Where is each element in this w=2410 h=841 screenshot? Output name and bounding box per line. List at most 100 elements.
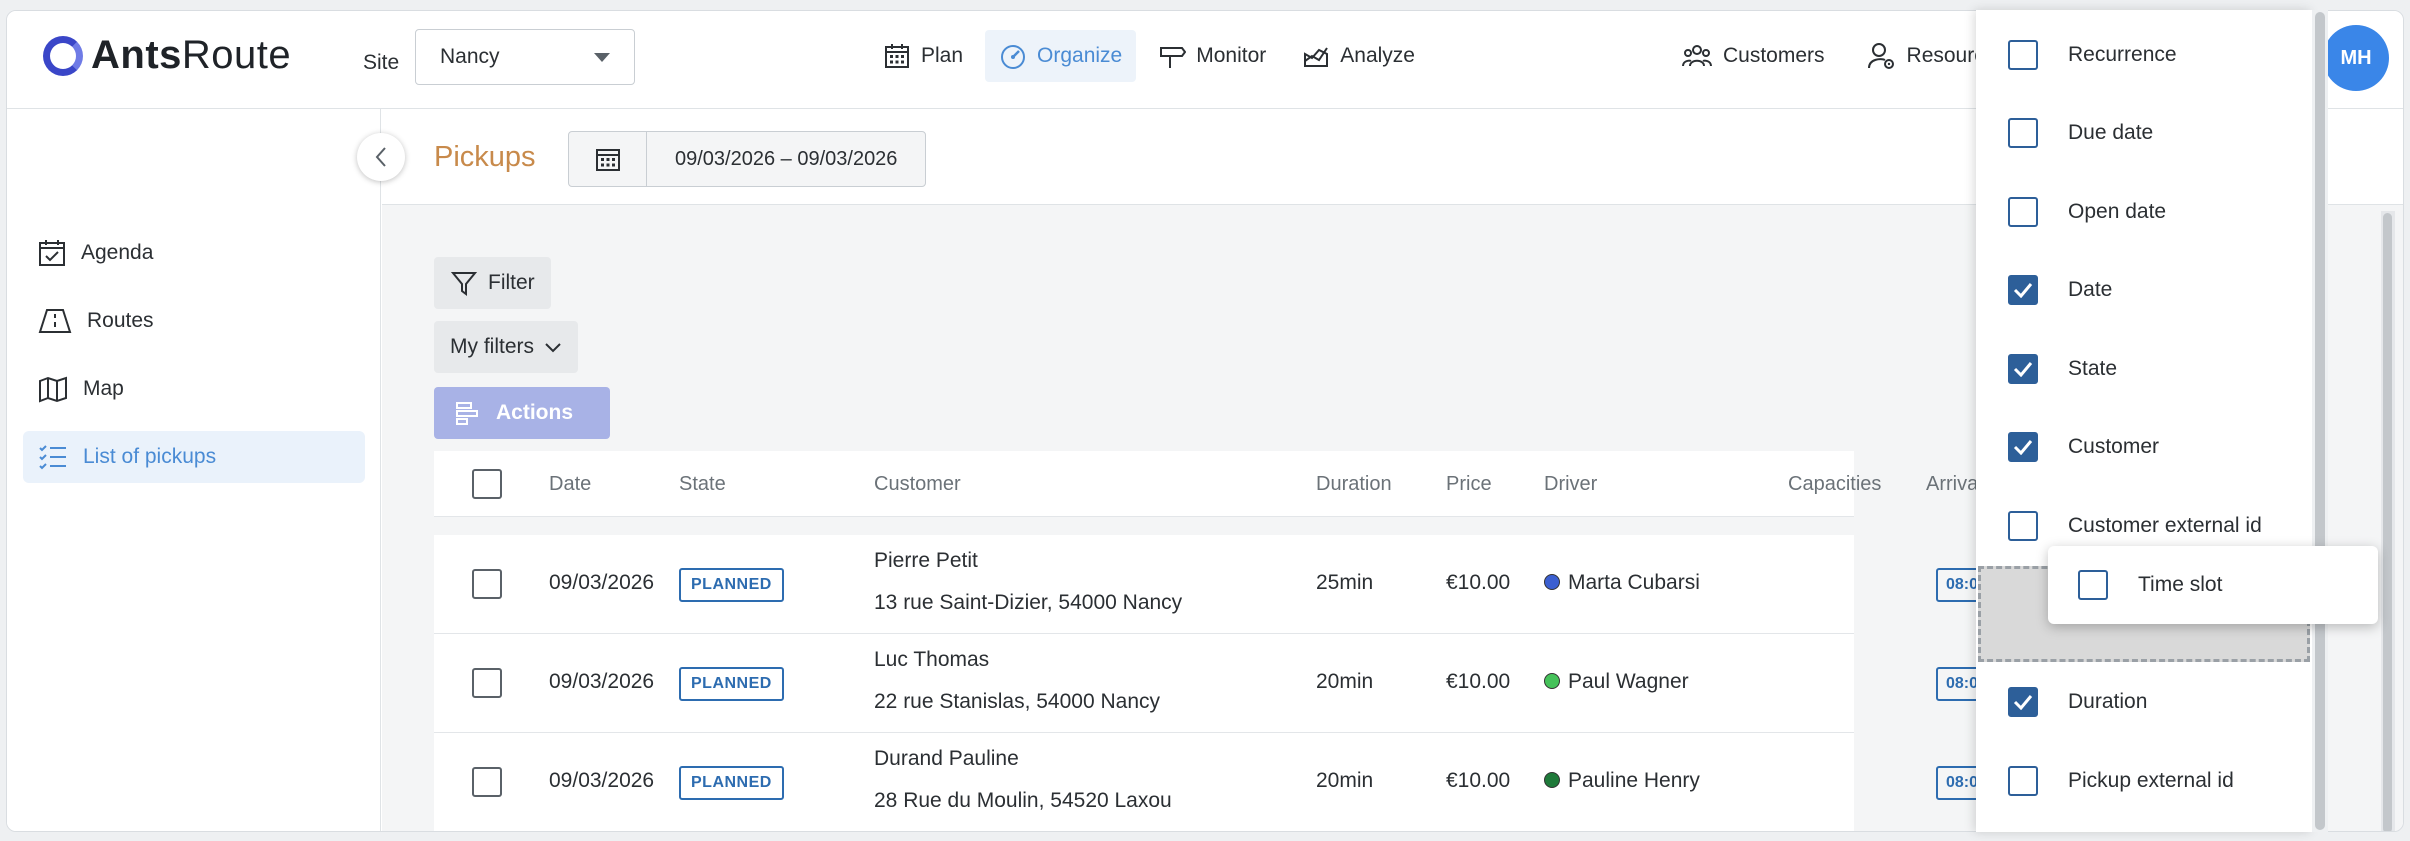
- user-gear-icon: [1867, 43, 1894, 69]
- column-option-label: Customer: [2068, 435, 2160, 458]
- column-option-label: Customer external id: [2068, 514, 2262, 537]
- column-checkbox[interactable]: [2008, 40, 2038, 70]
- site-select-value: Nancy: [440, 45, 500, 68]
- column-checkbox[interactable]: [2008, 766, 2038, 796]
- table-scrollbar[interactable]: [2381, 211, 2395, 831]
- row-checkbox[interactable]: [472, 569, 502, 599]
- sidebar-item-label: Agenda: [81, 241, 154, 264]
- nav-monitor[interactable]: Monitor: [1144, 30, 1280, 82]
- collapse-sidebar-button[interactable]: [357, 133, 405, 181]
- page-title: Pickups: [434, 141, 536, 173]
- column-checkbox[interactable]: [2008, 197, 2038, 227]
- row-price: €10.00: [1446, 670, 1511, 693]
- column-option-customer[interactable]: Customer: [1976, 417, 2312, 477]
- column-checkbox[interactable]: [2008, 118, 2038, 148]
- column-checkbox-checked[interactable]: [2008, 687, 2038, 717]
- row-date: 09/03/2026: [549, 670, 655, 693]
- row-checkbox[interactable]: [472, 767, 502, 797]
- row-driver: Pauline Henry: [1544, 769, 1700, 793]
- filter-button[interactable]: Filter: [434, 257, 551, 309]
- user-avatar[interactable]: MH: [2323, 25, 2389, 91]
- date-range-value[interactable]: 09/03/2026 – 09/03/2026: [647, 132, 925, 186]
- sidebar-item-label: List of pickups: [83, 445, 217, 468]
- row-address: 13 rue Saint-Dizier, 54000 Nancy: [874, 591, 1183, 614]
- column-option-duration[interactable]: Duration: [1976, 672, 2312, 732]
- row-customer: Luc Thomas: [874, 648, 990, 671]
- logo-text-bold: Ants: [91, 33, 182, 77]
- checklist-icon: [39, 445, 66, 470]
- column-picker-scroll-thumb[interactable]: [2315, 12, 2325, 830]
- column-checkbox-checked[interactable]: [2008, 275, 2038, 305]
- table-row[interactable]: 09/03/2026 PLANNED Pierre Petit 13 rue S…: [434, 535, 2006, 634]
- column-header-arrival[interactable]: Arriva: [1926, 473, 1978, 496]
- sidebar-item-label: Routes: [87, 309, 154, 332]
- column-header-date[interactable]: Date: [549, 473, 591, 496]
- dragged-column-option-time-slot[interactable]: Time slot: [2048, 546, 2378, 624]
- column-header-state[interactable]: State: [679, 473, 726, 496]
- date-range-picker[interactable]: 09/03/2026 – 09/03/2026: [568, 131, 927, 187]
- site-select[interactable]: Nancy: [415, 29, 635, 85]
- sidebar-item-agenda[interactable]: Agenda: [23, 227, 365, 279]
- sidebar-item-list-of-pickups[interactable]: List of pickups: [23, 431, 365, 483]
- column-option-due-date[interactable]: Due date: [1976, 103, 2312, 163]
- column-option-label: Open date: [2068, 200, 2167, 223]
- logo-mark-icon: [43, 35, 83, 76]
- column-header-capacities[interactable]: Capacities: [1788, 473, 1881, 496]
- chevron-left-icon: [375, 147, 386, 167]
- nav-analyze-label: Analyze: [1340, 44, 1415, 67]
- column-option-pickup-external-id[interactable]: Pickup external id: [1976, 751, 2312, 811]
- signpost-icon: [1160, 47, 1187, 68]
- driver-color-dot: [1544, 673, 1560, 689]
- align-bars-icon: [456, 402, 478, 425]
- left-sidebar: Agenda Routes Map List of pickups: [7, 109, 381, 831]
- sidebar-item-routes[interactable]: Routes: [23, 295, 365, 347]
- nav-plan-label: Plan: [921, 44, 964, 67]
- column-checkbox[interactable]: [2008, 511, 2038, 541]
- select-all-checkbox[interactable]: [472, 469, 502, 499]
- table-row[interactable]: 09/03/2026 PLANNED Durand Pauline 28 Rue…: [434, 733, 2006, 831]
- map-icon: [39, 376, 67, 403]
- column-picker-scrollbar[interactable]: [2312, 10, 2328, 832]
- column-option-recurrence[interactable]: Recurrence: [1976, 25, 2312, 85]
- driver-color-dot: [1544, 574, 1560, 590]
- nav-plan[interactable]: Plan: [869, 30, 977, 82]
- chart-area-icon: [1304, 47, 1329, 67]
- logo-text-light: Route: [181, 33, 292, 77]
- my-filters-dropdown[interactable]: My filters: [434, 321, 578, 373]
- column-option-label: Due date: [2068, 121, 2154, 144]
- row-address: 28 Rue du Moulin, 54520 Laxou: [874, 789, 1172, 812]
- column-option-date[interactable]: Date: [1976, 260, 2312, 320]
- site-label: Site: [363, 51, 400, 74]
- column-checkbox[interactable]: [2078, 570, 2108, 600]
- row-driver-name: Pauline Henry: [1568, 769, 1700, 792]
- nav-analyze[interactable]: Analyze: [1288, 30, 1429, 82]
- table-row[interactable]: 09/03/2026 PLANNED Luc Thomas 22 rue Sta…: [434, 634, 2006, 733]
- row-driver: Paul Wagner: [1544, 670, 1689, 694]
- row-price: €10.00: [1446, 571, 1511, 594]
- table-scroll-thumb[interactable]: [2383, 213, 2392, 831]
- column-header-price[interactable]: Price: [1446, 473, 1492, 496]
- column-option-state[interactable]: State: [1976, 339, 2312, 399]
- column-header-duration[interactable]: Duration: [1316, 473, 1392, 496]
- row-duration: 25min: [1316, 571, 1374, 594]
- row-checkbox[interactable]: [472, 668, 502, 698]
- antsroute-logo[interactable]: AntsRoute: [43, 33, 291, 78]
- nav-organize[interactable]: Organize: [985, 30, 1137, 82]
- date-picker-button[interactable]: [569, 132, 647, 186]
- status-badge: PLANNED: [679, 568, 784, 602]
- column-header-customer[interactable]: Customer: [874, 473, 961, 496]
- chevron-down-icon: [545, 343, 561, 353]
- column-checkbox-checked[interactable]: [2008, 354, 2038, 384]
- sidebar-item-map[interactable]: Map: [23, 363, 365, 415]
- road-icon: [38, 309, 72, 333]
- actions-button[interactable]: Actions: [434, 387, 610, 439]
- sidebar-item-label: Map: [83, 377, 124, 400]
- status-badge: PLANNED: [679, 667, 784, 701]
- column-header-driver[interactable]: Driver: [1544, 473, 1597, 496]
- nav-customers[interactable]: Customers: [1667, 30, 1839, 82]
- column-option-open-date[interactable]: Open date: [1976, 182, 2312, 242]
- main-nav: Plan Organize Monitor Analyze: [869, 30, 1429, 82]
- column-checkbox-checked[interactable]: [2008, 432, 2038, 462]
- caret-down-icon: [594, 52, 610, 62]
- column-option-label: Date: [2068, 278, 2113, 301]
